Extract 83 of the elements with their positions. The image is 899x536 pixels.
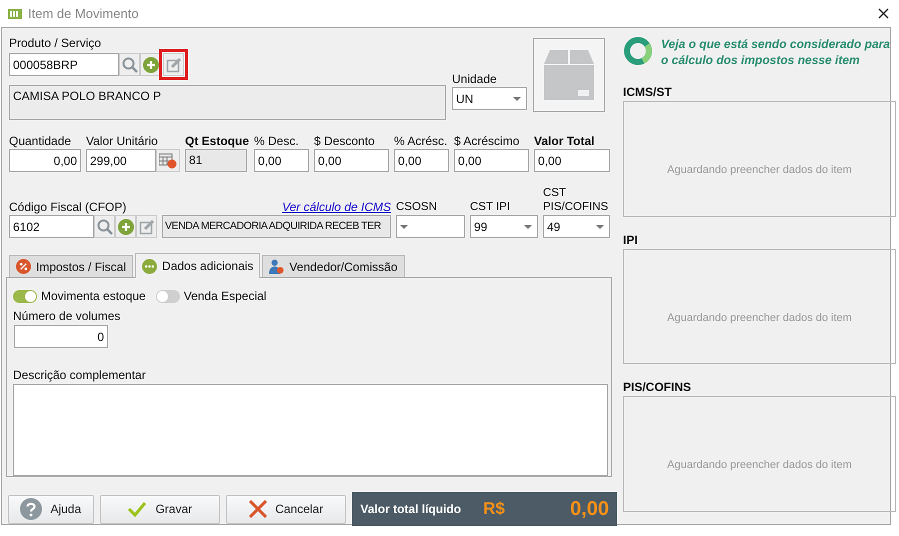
- section-title: PIS/COFINS: [623, 380, 692, 394]
- window-title: Item de Movimento: [28, 6, 140, 21]
- caret-icon: [524, 224, 532, 228]
- search-button[interactable]: [119, 53, 140, 76]
- currency-symbol: R$: [483, 499, 505, 519]
- dropdown[interactable]: 49: [543, 215, 610, 238]
- field-label: Valor Total: [534, 134, 596, 148]
- volumes-field[interactable]: 0: [14, 325, 108, 348]
- ring-icon: [623, 36, 653, 66]
- add-button[interactable]: [140, 53, 161, 76]
- calculator-button[interactable]: [156, 149, 180, 172]
- stock-field: 81: [185, 149, 247, 172]
- total-value: 0,00: [570, 498, 609, 520]
- field-label: Valor Unitário: [86, 134, 159, 148]
- search-icon: [96, 218, 112, 234]
- cross-icon: [249, 500, 268, 518]
- cancel-button[interactable]: Cancelar: [226, 494, 346, 524]
- percent-icon: [16, 259, 31, 274]
- value-field[interactable]: 0,00: [9, 149, 81, 172]
- edit-icon: [138, 218, 154, 234]
- waiting-message: Aguardando preencher dados do item: [667, 312, 852, 324]
- help-icon: [20, 498, 42, 520]
- add-button[interactable]: [115, 215, 136, 238]
- value-field[interactable]: 0,00: [254, 149, 310, 172]
- caret-icon: [596, 224, 604, 228]
- field-label: Número de volumes: [13, 309, 122, 323]
- tab[interactable]: Dados adicionais: [135, 253, 260, 278]
- product-code-field[interactable]: 000058BRP: [9, 53, 119, 76]
- toggle-switch[interactable]: [13, 290, 37, 302]
- field-label: CSOSN: [396, 200, 438, 214]
- save-button[interactable]: Gravar: [100, 494, 220, 524]
- field-label: % Desc.: [254, 134, 300, 148]
- dropdown[interactable]: 99: [470, 215, 538, 238]
- toggle-label: Movimenta estoque: [41, 289, 146, 303]
- edit-icon: [166, 56, 182, 72]
- plus-icon: [118, 218, 134, 234]
- search-icon: [122, 56, 138, 72]
- field-label: % Acrésc.: [394, 134, 448, 148]
- value-field[interactable]: 299,00: [86, 149, 156, 172]
- tax-hint-text: Veja o que está sendo considerado para o cálculo dos impostos nesse item: [661, 36, 891, 68]
- edit-button[interactable]: [136, 215, 157, 238]
- value-field[interactable]: 0,00: [394, 149, 450, 172]
- box-icon: [544, 50, 594, 100]
- notes-textarea[interactable]: [13, 384, 608, 476]
- unit-dropdown[interactable]: UN: [452, 87, 527, 110]
- field-label: Qt Estoque: [185, 134, 250, 148]
- value-field[interactable]: 0,00: [534, 149, 610, 172]
- toggle-label: Venda Especial: [184, 289, 266, 303]
- field-label: Código Fiscal (CFOP): [9, 200, 126, 214]
- field-label: Quantidade: [9, 134, 72, 148]
- checkmark-icon: [127, 501, 148, 517]
- field-label: $ Desconto: [314, 134, 376, 148]
- search-button[interactable]: [94, 215, 115, 238]
- plus-icon: [142, 56, 158, 72]
- field-label: $ Acréscimo: [454, 134, 520, 148]
- total-label: Valor total líquido: [360, 502, 462, 516]
- field-label: Unidade: [452, 72, 498, 86]
- field-label: CST IPI: [470, 200, 512, 214]
- tab[interactable]: Vendedor/Comissão: [262, 255, 404, 277]
- cfop-field[interactable]: 6102: [9, 215, 94, 238]
- toggle-switch[interactable]: [156, 290, 180, 302]
- product-description: CAMISA POLO BRANCO P: [9, 85, 446, 120]
- section-title: IPI: [623, 232, 639, 247]
- icms-calculation-link[interactable]: Ver cálculo de ICMS: [282, 200, 391, 214]
- help-button[interactable]: Ajuda: [8, 494, 94, 524]
- calculator-icon: [159, 152, 177, 168]
- field-label: Descrição complementar: [13, 368, 147, 382]
- field-label: CST PIS/COFINS: [543, 186, 610, 214]
- dropdown[interactable]: [396, 215, 465, 238]
- caret-icon: [513, 96, 521, 100]
- person-icon: [269, 259, 284, 274]
- cfop-description: VENDA MERCADORIA ADQUIRIDA RECEB TER: [162, 215, 391, 238]
- caret-icon: [400, 224, 408, 228]
- value-field[interactable]: 0,00: [454, 149, 530, 172]
- field-label: Produto / Serviço: [9, 36, 102, 50]
- section-title: ICMS/ST: [623, 85, 673, 100]
- app-icon: [8, 8, 22, 19]
- waiting-message: Aguardando preencher dados do item: [667, 459, 852, 472]
- value-field[interactable]: 0,00: [314, 149, 390, 172]
- more-icon: [142, 258, 158, 274]
- close-icon[interactable]: [878, 8, 889, 19]
- waiting-message: Aguardando preencher dados do item: [667, 164, 852, 176]
- tab[interactable]: Impostos / Fiscal: [9, 255, 134, 277]
